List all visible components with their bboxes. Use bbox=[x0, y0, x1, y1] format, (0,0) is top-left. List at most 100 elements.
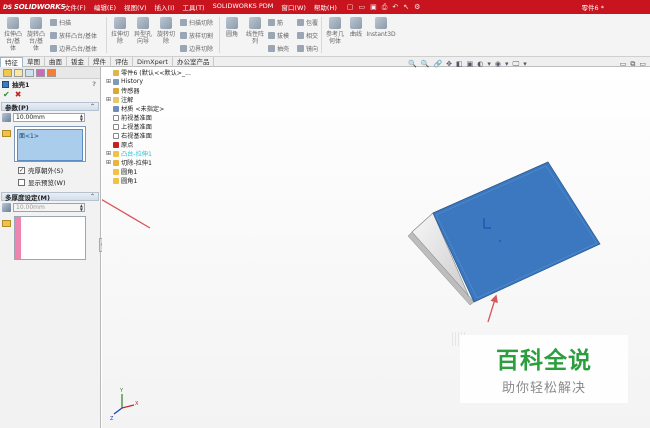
dropdown-arrow-icon[interactable]: ▾ bbox=[487, 60, 491, 69]
select-icon[interactable]: ↖ bbox=[403, 3, 409, 12]
menu-insert[interactable]: 插入(I) bbox=[151, 2, 179, 12]
display-style-icon[interactable]: ▣ bbox=[467, 60, 474, 69]
instant3d-button[interactable]: Instant3D bbox=[366, 17, 396, 38]
show-preview-checkbox[interactable] bbox=[18, 178, 25, 186]
intersect-button[interactable]: 相交 bbox=[297, 31, 318, 40]
dropdown-arrow-icon[interactable]: ▾ bbox=[505, 60, 509, 69]
multi-thickness-faces-list[interactable] bbox=[14, 216, 86, 260]
tree-item-right-plane[interactable]: 右视基准面 bbox=[106, 131, 216, 140]
hide-show-items-icon[interactable]: ◐ bbox=[477, 60, 483, 69]
tree-item-cut-extrude[interactable]: ⊞ 切除-拉伸1 bbox=[106, 158, 216, 167]
tree-item-sensors[interactable]: 传感器 bbox=[106, 86, 216, 95]
tree-item-boss-extrude[interactable]: ⊞ 凸台-拉伸1 bbox=[106, 149, 216, 158]
tab-features[interactable]: 特征 bbox=[0, 57, 23, 67]
previous-view-icon[interactable]: 🔗 bbox=[433, 60, 442, 69]
tab-surfaces[interactable]: 曲面 bbox=[45, 57, 67, 67]
faces-list-item[interactable]: 面<1> bbox=[17, 129, 83, 161]
rebuild-icon[interactable]: ⚙ bbox=[414, 3, 420, 12]
minimize-icon[interactable]: ▭ bbox=[620, 60, 627, 69]
menu-tools[interactable]: 工具(T) bbox=[179, 2, 209, 12]
wrap-button[interactable]: 包覆 bbox=[297, 18, 318, 27]
lofted-cut-button[interactable]: 放样切割 bbox=[180, 31, 213, 40]
tab-office-products[interactable]: 办公室产品 bbox=[173, 57, 215, 67]
zoom-to-area-icon[interactable]: 🔍 bbox=[421, 60, 430, 69]
swept-cut-button[interactable]: 扫描切除 bbox=[180, 18, 213, 27]
tree-item-fillet-1[interactable]: 圆角1 bbox=[106, 167, 216, 176]
tree-item-label: 上视基准面 bbox=[121, 124, 152, 131]
menu-file[interactable]: 文件(F) bbox=[60, 2, 90, 12]
revolved-cut-button[interactable]: 旋转切 除 bbox=[156, 17, 176, 45]
boundary-boss-button[interactable]: 边界凸台/基体 bbox=[50, 44, 97, 53]
feature-manager-icon[interactable] bbox=[3, 69, 12, 77]
thickness-input[interactable]: 10.00mm ▲ ▼ bbox=[13, 113, 85, 122]
menu-window[interactable]: 窗口(W) bbox=[277, 2, 310, 12]
tab-weldments[interactable]: 焊件 bbox=[89, 57, 111, 67]
faces-to-remove-list[interactable]: 面<1> bbox=[14, 126, 86, 162]
menu-edit[interactable]: 编辑(E) bbox=[90, 2, 120, 12]
extruded-boss-button[interactable]: 拉伸凸 台/基 体 bbox=[3, 17, 23, 52]
section-view-icon[interactable]: ✥ bbox=[446, 60, 452, 69]
property-manager-icon[interactable] bbox=[14, 69, 23, 77]
curves-button[interactable]: 曲线 bbox=[348, 17, 364, 38]
tree-item-part[interactable]: 零件6 (默认<<默认>_... bbox=[106, 68, 216, 77]
save-icon[interactable]: ▣ bbox=[370, 3, 377, 12]
tab-evaluate[interactable]: 评估 bbox=[111, 57, 133, 67]
spin-arrows-icon[interactable]: ▲ ▼ bbox=[80, 204, 83, 212]
tab-sketch[interactable]: 草图 bbox=[23, 57, 45, 67]
new-icon[interactable]: ▢ bbox=[347, 3, 354, 12]
solidworks-logo[interactable]: DS SOLIDWORKS bbox=[0, 0, 66, 14]
multi-thickness-group-header[interactable]: 多厚度设定(M) ⌃ bbox=[1, 192, 99, 202]
tab-dimxpert[interactable]: DimXpert bbox=[133, 57, 173, 67]
mirror-button[interactable]: 镜向 bbox=[297, 44, 318, 53]
menu-pdm[interactable]: SOLIDWORKS PDM bbox=[209, 2, 278, 12]
print-icon[interactable]: ⎙ bbox=[382, 3, 388, 12]
view-orientation-icon[interactable]: ◧ bbox=[456, 60, 463, 69]
tree-item-top-plane[interactable]: 上视基准面 bbox=[106, 122, 216, 131]
dimxpert-manager-icon[interactable] bbox=[36, 69, 45, 77]
tree-item-origin[interactable]: 原点 bbox=[106, 140, 216, 149]
sweep-button[interactable]: 扫描 bbox=[50, 18, 71, 27]
linear-pattern-button[interactable]: 线性阵 列 bbox=[244, 17, 266, 45]
menu-view[interactable]: 视图(V) bbox=[120, 2, 151, 12]
display-manager-icon[interactable] bbox=[47, 69, 56, 77]
tree-item-fillet-2[interactable]: 圆角1 bbox=[106, 176, 216, 185]
tab-sheet-metal[interactable]: 钣金 bbox=[67, 57, 89, 67]
help-icon[interactable]: ? bbox=[92, 80, 96, 88]
cancel-button[interactable]: ✖ bbox=[15, 90, 22, 99]
boundary-cut-button[interactable]: 边界切除 bbox=[180, 44, 213, 53]
view-settings-icon[interactable]: 🖵 bbox=[513, 60, 520, 69]
restore-icon[interactable]: ⧉ bbox=[630, 60, 635, 69]
dropdown-arrow-icon[interactable]: ▾ bbox=[523, 60, 527, 69]
tree-item-material[interactable]: 材质 <未指定> bbox=[106, 104, 216, 113]
tree-expander[interactable]: ⊞ bbox=[106, 159, 111, 166]
tree-expander[interactable]: ⊞ bbox=[106, 96, 111, 103]
appearance-icon[interactable]: ◉ bbox=[495, 60, 501, 69]
tree-item-front-plane[interactable]: 前视基准面 bbox=[106, 113, 216, 122]
loft-button[interactable]: 放样凸台/基体 bbox=[50, 31, 97, 40]
shell-button[interactable]: 抽壳 bbox=[268, 44, 289, 53]
open-icon[interactable]: ▭ bbox=[359, 3, 366, 12]
fillet-button[interactable]: 圆角 bbox=[222, 17, 242, 38]
tree-expander[interactable]: ⊞ bbox=[106, 150, 111, 157]
multi-thickness-input[interactable]: 10.00mm ▲ ▼ bbox=[13, 203, 85, 212]
rib-button[interactable]: 筋 bbox=[268, 18, 283, 27]
hole-wizard-button[interactable]: 异型孔 向导 bbox=[133, 17, 153, 45]
shell-outward-checkbox[interactable]: ✓ bbox=[18, 166, 25, 174]
reference-geometry-button[interactable]: 参考几 何体 bbox=[324, 17, 346, 45]
menu-help[interactable]: 帮助(H) bbox=[310, 2, 341, 12]
spin-arrows-icon[interactable]: ▲ ▼ bbox=[80, 114, 83, 122]
show-preview-option[interactable]: 显示预览(W) bbox=[0, 176, 100, 188]
shell-outward-option[interactable]: ✓ 壳厚朝外(S) bbox=[0, 164, 100, 176]
draft-button[interactable]: 拔模 bbox=[268, 31, 289, 40]
parameters-group-header[interactable]: 参数(P) ⌃ bbox=[1, 102, 99, 112]
extruded-cut-button[interactable]: 拉伸切 除 bbox=[110, 17, 130, 45]
revolved-boss-button[interactable]: 旋转凸 台/基 体 bbox=[26, 17, 46, 52]
ok-button[interactable]: ✔ bbox=[3, 90, 10, 99]
tree-item-annotations[interactable]: ⊞ 注解 bbox=[106, 95, 216, 104]
configuration-manager-icon[interactable] bbox=[25, 69, 34, 77]
tree-expander[interactable]: ⊞ bbox=[106, 78, 111, 85]
tree-item-history[interactable]: ⊞ History bbox=[106, 77, 216, 86]
maximize-icon[interactable]: ▭ bbox=[639, 60, 646, 69]
undo-icon[interactable]: ↶ bbox=[392, 3, 398, 12]
zoom-to-fit-icon[interactable]: 🔍 bbox=[408, 60, 417, 69]
